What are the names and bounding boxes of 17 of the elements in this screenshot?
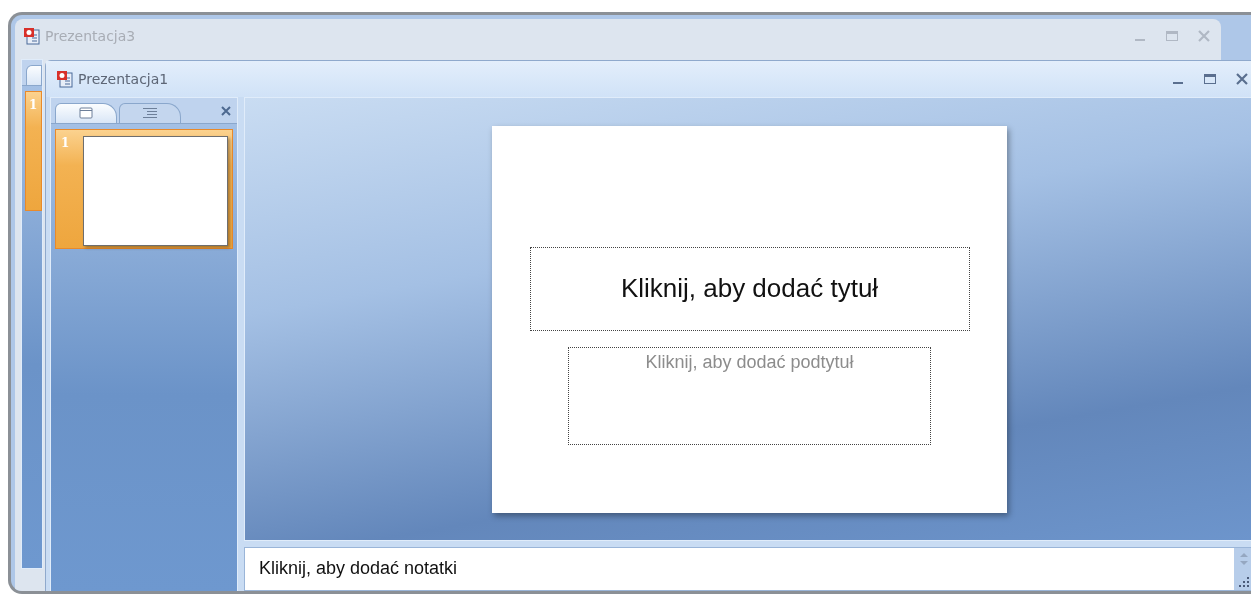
pane-tab[interactable] [119, 102, 181, 123]
window-title: Prezentacja3 [45, 28, 137, 44]
title-placeholder[interactable]: Kliknij, aby dodać tytuł [529, 246, 970, 331]
outline-icon [142, 107, 158, 119]
subtitle-placeholder[interactable]: Kliknij, aby dodać podtytuł [568, 346, 931, 445]
slide-icon [79, 107, 93, 119]
close-pane-icon[interactable] [221, 105, 231, 116]
close-icon[interactable] [1235, 72, 1249, 86]
slide-number: 1 [61, 136, 71, 150]
presentation-file-icon [56, 70, 74, 88]
pane-tab[interactable] [26, 64, 42, 85]
pane-tab[interactable] [55, 102, 117, 123]
slide-thumbnail[interactable] [82, 136, 228, 246]
presentation-file-icon [23, 27, 41, 45]
maximize-icon[interactable] [1203, 72, 1217, 86]
window-title: Prezentacja1 [78, 71, 170, 87]
slide-number: 1 [29, 98, 39, 112]
